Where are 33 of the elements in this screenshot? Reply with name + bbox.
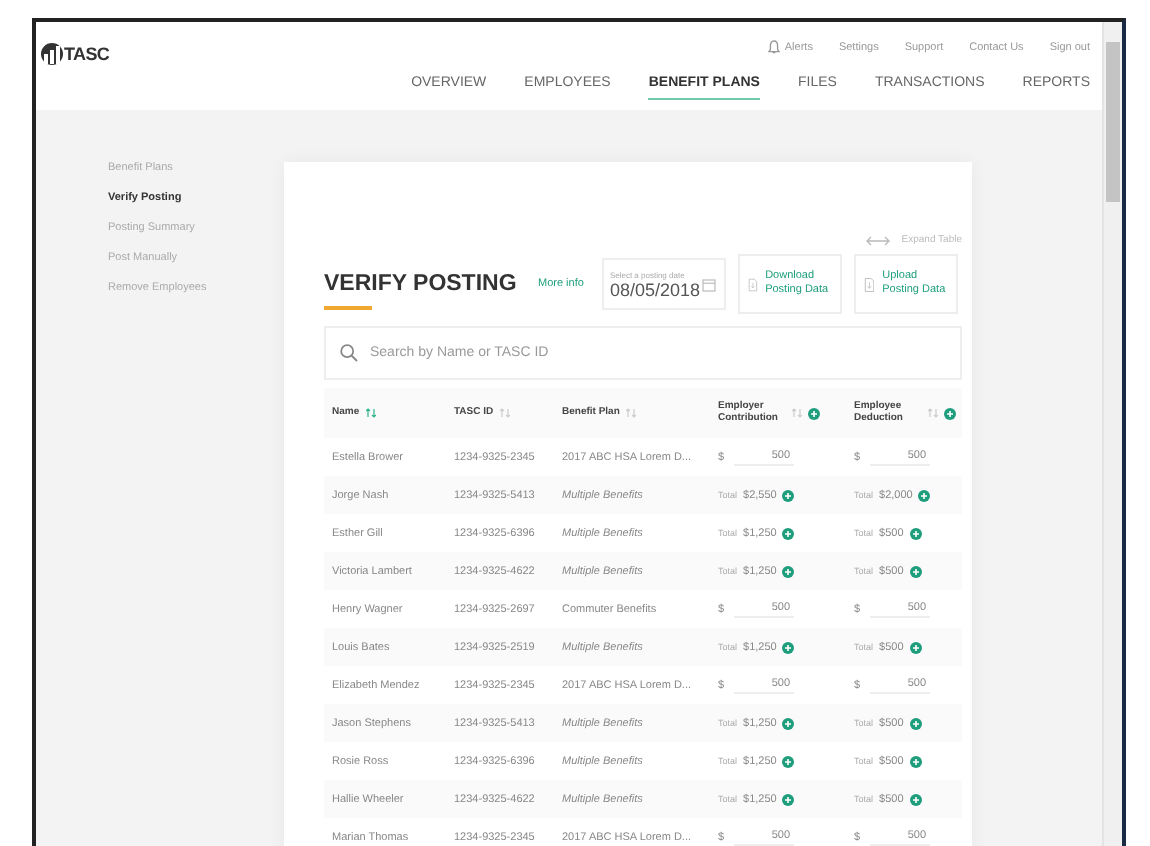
sort-icon [365, 408, 376, 418]
add-icon [909, 527, 922, 539]
field-value: 08/05/2018 [609, 279, 700, 299]
title-underline [324, 305, 372, 309]
document-icon [863, 273, 875, 295]
add-icon [782, 527, 795, 539]
add-icon [918, 489, 931, 501]
sort-icon [625, 408, 636, 418]
logo-text: TASC [64, 44, 110, 64]
sort-icon [499, 408, 510, 418]
arrows-icon [865, 235, 890, 245]
document-icon [747, 273, 758, 295]
page-title: VERIFY POSTING [324, 271, 519, 295]
add-icon [782, 755, 795, 767]
sort-icon [928, 408, 938, 418]
add-icon [782, 565, 795, 577]
add-icon [909, 717, 922, 729]
add-icon [782, 717, 795, 729]
add-icon [782, 641, 795, 653]
add-icon [808, 407, 820, 419]
add-icon [909, 755, 922, 767]
sort-icon [792, 408, 802, 418]
search-icon [340, 344, 358, 362]
scrollbar[interactable] [1102, 22, 1122, 846]
bell-icon [768, 40, 781, 54]
add-icon [782, 489, 795, 501]
calendar-icon [701, 277, 716, 291]
add-icon [944, 407, 956, 419]
add-icon [782, 793, 795, 805]
add-icon [909, 565, 922, 577]
add-icon [909, 641, 922, 653]
scrollbar-thumb[interactable] [1106, 42, 1120, 202]
add-icon [909, 793, 922, 805]
